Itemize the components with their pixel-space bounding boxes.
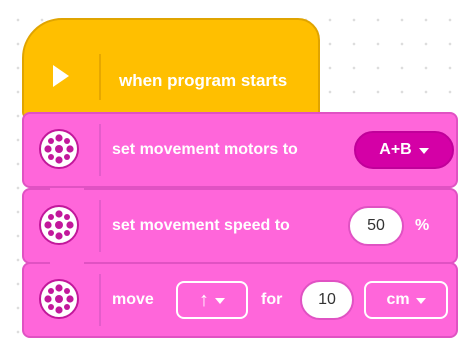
play-icon (53, 65, 69, 87)
motor-icon (39, 129, 79, 169)
chevron-down-icon (415, 298, 426, 304)
block-label: set movement motors to (112, 141, 298, 158)
dropdown-value: cm (386, 291, 410, 308)
chevron-down-icon (215, 298, 225, 304)
block-divider (99, 200, 101, 252)
motor-icon (39, 279, 79, 319)
dropdown-value: A+B (379, 141, 412, 158)
when-program-starts-block[interactable]: when program starts (22, 18, 320, 120)
set-movement-motors-block[interactable]: set movement motors to A+B (22, 112, 458, 188)
unit-dropdown[interactable]: cm (364, 281, 448, 319)
block-divider (99, 124, 101, 176)
block-divider (99, 274, 101, 326)
block-label: set movement speed to (112, 217, 290, 234)
block-label: move (112, 291, 154, 308)
block-divider (99, 54, 101, 100)
hat-block-label: when program starts (119, 71, 288, 90)
speed-input[interactable]: 50 (348, 206, 404, 246)
block-notch (50, 188, 84, 198)
unit-label: % (415, 217, 430, 234)
set-movement-speed-block[interactable]: set movement speed to 50 % (22, 188, 458, 264)
motor-ports-dropdown[interactable]: A+B (354, 131, 454, 169)
direction-dropdown[interactable]: ↑ (176, 281, 248, 319)
for-label: for (261, 291, 283, 308)
distance-input[interactable]: 10 (300, 280, 354, 320)
move-block[interactable]: move ↑ for 10 cm (22, 262, 458, 338)
motor-icon (39, 205, 79, 245)
block-notch (50, 262, 84, 272)
arrow-up-icon: ↑ (199, 289, 209, 311)
chevron-down-icon (418, 148, 429, 154)
